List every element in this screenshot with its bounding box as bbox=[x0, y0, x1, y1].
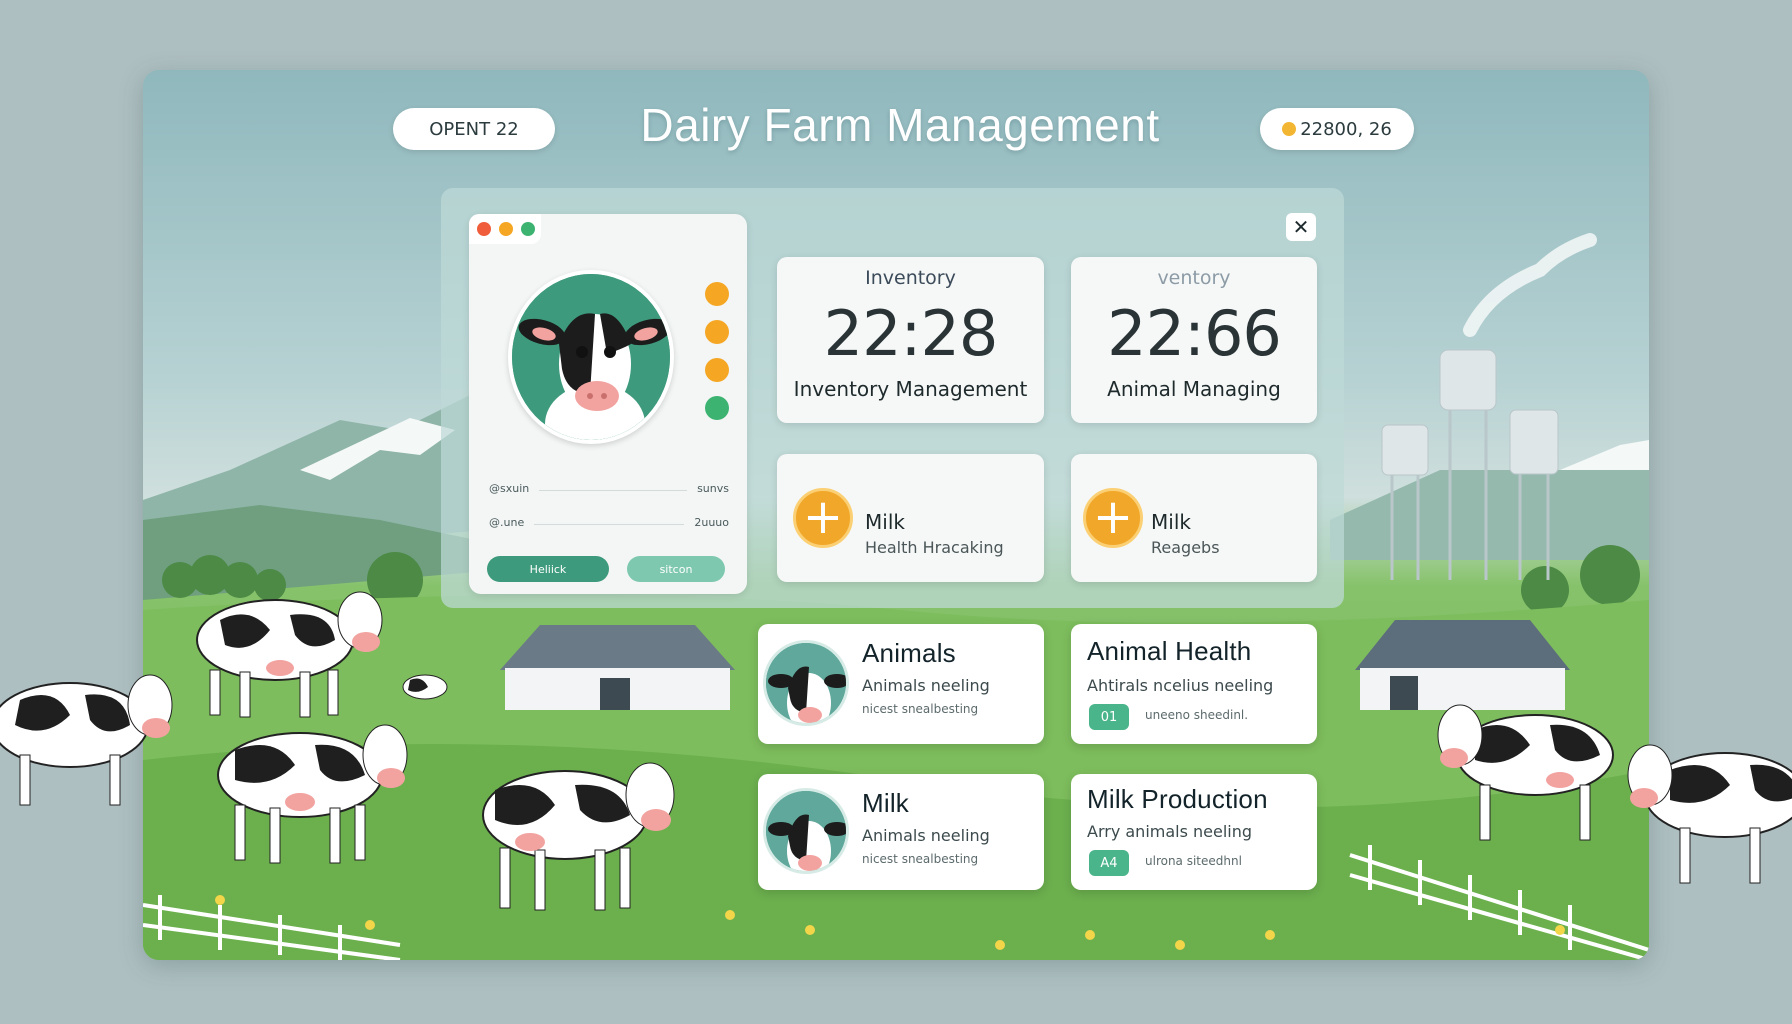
cow-icon bbox=[508, 270, 674, 444]
card-detail: uneeno sheedinl. bbox=[1145, 708, 1249, 722]
milk-reports-action-card[interactable]: + Milk Reagebs bbox=[1071, 454, 1317, 582]
app-title: Dairy Farm Management bbox=[640, 99, 1160, 151]
green-badge-icon[interactable] bbox=[705, 396, 729, 420]
orange-badge-icon[interactable] bbox=[705, 320, 729, 344]
action-subtitle: Reagebs bbox=[1151, 538, 1220, 557]
stat-subtitle: Inventory Management bbox=[793, 377, 1028, 401]
info-right: 2uuuo bbox=[694, 516, 729, 529]
stat-label: Inventory bbox=[865, 267, 956, 289]
secondary-button-label: sitcon bbox=[659, 562, 693, 576]
window-controls bbox=[469, 214, 541, 244]
primary-button-label: Heliick bbox=[529, 562, 567, 576]
card-detail: nicest snealbesting bbox=[862, 852, 979, 866]
divider bbox=[539, 482, 688, 491]
stat-subtitle: Animal Managing bbox=[1107, 377, 1281, 401]
card-detail: ulrona siteedhnl bbox=[1145, 854, 1242, 868]
animal-health-card[interactable]: Animal Health Ahtirals ncelius neeling 0… bbox=[1071, 624, 1317, 744]
inventory-stat-card[interactable]: Inventory 22:28 Inventory Management bbox=[777, 257, 1044, 423]
info-right: sunvs bbox=[697, 482, 729, 495]
divider bbox=[534, 516, 685, 525]
orange-badge-icon[interactable] bbox=[705, 358, 729, 382]
status-badge: 01 bbox=[1089, 704, 1129, 730]
card-subtitle: Ahtirals ncelius neeling bbox=[1087, 676, 1274, 695]
cow-icon bbox=[763, 788, 849, 874]
action-title: Milk bbox=[865, 510, 905, 534]
orange-badge-icon[interactable] bbox=[705, 282, 729, 306]
card-subtitle: Animals neeling bbox=[862, 826, 990, 845]
balance-pill[interactable]: 22800, 26 bbox=[1260, 108, 1414, 150]
stat-label: ventory bbox=[1157, 267, 1231, 289]
animal-profile-card: @sxuin sunvs @.une 2uuuo Heliick sitcon bbox=[469, 214, 747, 594]
status-pill[interactable]: OPENT 22 bbox=[393, 108, 555, 150]
stat-value: 22:28 bbox=[823, 297, 999, 370]
coin-icon bbox=[1282, 122, 1297, 136]
milk-health-action-card[interactable]: + Milk Health Hracaking bbox=[777, 454, 1044, 582]
animal-stat-card[interactable]: ventory 22:66 Animal Managing bbox=[1071, 257, 1317, 423]
card-subtitle: Arry animals neeling bbox=[1087, 822, 1253, 841]
secondary-button[interactable]: sitcon bbox=[627, 556, 725, 582]
animals-card[interactable]: Animals Animals neeling nicest snealbest… bbox=[758, 624, 1044, 744]
maximize-dot-icon[interactable] bbox=[521, 222, 535, 236]
milk-card[interactable]: Milk Animals neeling nicest snealbesting bbox=[758, 774, 1044, 890]
card-detail: nicest snealbesting bbox=[862, 702, 979, 716]
primary-button[interactable]: Heliick bbox=[487, 556, 609, 582]
card-title: Milk bbox=[862, 788, 910, 818]
card-title: Milk Production bbox=[1087, 784, 1268, 814]
card-title: Animals bbox=[862, 638, 956, 668]
plus-icon[interactable]: + bbox=[1083, 488, 1143, 548]
action-subtitle: Health Hracaking bbox=[865, 538, 1004, 557]
plus-icon[interactable]: + bbox=[793, 488, 853, 548]
minimize-dot-icon[interactable] bbox=[499, 222, 513, 236]
info-left: @.une bbox=[489, 516, 525, 529]
close-glyph: ✕ bbox=[1292, 215, 1310, 239]
stat-value: 22:66 bbox=[1107, 297, 1282, 370]
status-icons bbox=[705, 282, 729, 420]
card-title: Animal Health bbox=[1087, 636, 1252, 666]
status-badge: A4 bbox=[1089, 850, 1129, 876]
info-left: @sxuin bbox=[489, 482, 530, 495]
status-pill-label: OPENT 22 bbox=[429, 118, 519, 140]
profile-info-row: @.une 2uuuo bbox=[489, 516, 729, 529]
card-subtitle: Animals neeling bbox=[862, 676, 990, 695]
close-icon[interactable]: ✕ bbox=[1286, 213, 1316, 241]
cow-icon bbox=[763, 640, 849, 726]
milk-production-card[interactable]: Milk Production Arry animals neeling A4 … bbox=[1071, 774, 1317, 890]
profile-info-row: @sxuin sunvs bbox=[489, 482, 729, 495]
balance-value: 22800, 26 bbox=[1300, 118, 1392, 140]
close-dot-icon[interactable] bbox=[477, 222, 491, 236]
action-title: Milk bbox=[1151, 510, 1191, 534]
